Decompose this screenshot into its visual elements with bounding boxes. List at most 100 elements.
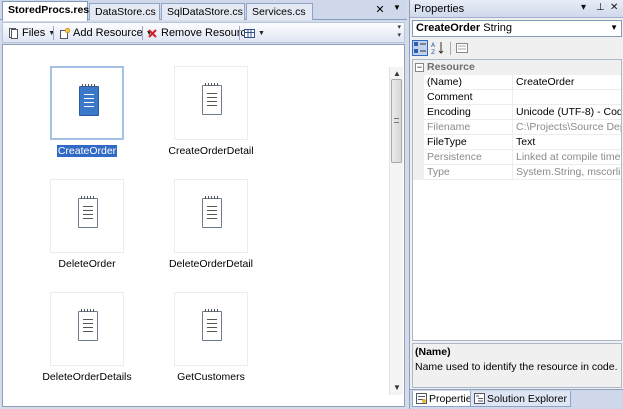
- auto-hide-pin-icon[interactable]: ⊥: [596, 2, 605, 13]
- property-row-comment[interactable]: Comment: [413, 90, 621, 105]
- resource-thumbnail-pane[interactable]: CreateOrder CreateOrderDetail DeleteOrde…: [2, 44, 405, 407]
- property-value[interactable]: Unicode (UTF-8) - Codepa: [513, 105, 621, 120]
- text-file-icon: [79, 84, 99, 116]
- resource-name-text: CreateOrder: [55, 144, 119, 158]
- resource-name[interactable]: CreateOrderDetail: [131, 145, 291, 157]
- window-position-dropdown-icon[interactable]: ▾: [581, 2, 586, 13]
- toolbar-separator: [450, 42, 451, 55]
- property-row-name[interactable]: (Name) CreateOrder: [413, 75, 621, 90]
- scroll-down-arrow-icon[interactable]: ▼: [390, 381, 404, 395]
- tab-datastore-cs[interactable]: DataStore.cs: [89, 3, 160, 20]
- remove-x-icon: [148, 28, 157, 38]
- svg-text:Z: Z: [431, 49, 435, 55]
- properties-toolbar: AZ: [412, 39, 622, 57]
- chevron-down-icon[interactable]: ▼: [610, 23, 618, 32]
- tab-services-cs[interactable]: Services.cs: [246, 3, 313, 20]
- property-name[interactable]: Encoding: [424, 105, 513, 120]
- property-description-pane: (Name) Name used to identify the resourc…: [412, 343, 622, 388]
- scrollbar-thumb[interactable]: [391, 79, 402, 163]
- toolbar-overflow-icon[interactable]: ▾ ▾: [397, 24, 401, 40]
- property-value[interactable]: [513, 90, 621, 105]
- description-title: (Name): [415, 346, 451, 358]
- files-label: Files: [22, 27, 46, 39]
- files-dropdown-arrow-icon[interactable]: ▼: [48, 30, 55, 37]
- object-selector-dropdown[interactable]: CreateOrder String ▼: [412, 20, 622, 37]
- tab-sqldatastore-cs[interactable]: SqlDataStore.cs: [161, 3, 245, 20]
- toolbar-separator: [53, 26, 54, 40]
- thumbnail-view-icon: [244, 28, 255, 38]
- resource-thumbnail[interactable]: [50, 66, 124, 140]
- description-text: Name used to identify the resource in co…: [415, 361, 618, 373]
- remove-resource-button[interactable]: Remove Resource: [147, 25, 252, 41]
- property-name[interactable]: Type: [424, 165, 513, 180]
- resource-item[interactable]: CreateOrderDetail: [151, 66, 271, 166]
- toolbar-separator: [142, 26, 143, 40]
- document-area: StoredProcs.resx DataStore.cs SqlDataSto…: [0, 0, 407, 409]
- files-button[interactable]: Files ▼: [8, 25, 55, 41]
- property-name[interactable]: FileType: [424, 135, 513, 150]
- resource-name[interactable]: GetCustomers: [131, 371, 291, 383]
- tab-storedprocs-resx[interactable]: StoredProcs.resx: [2, 1, 95, 21]
- add-resource-label: Add Resource: [73, 27, 143, 39]
- property-value[interactable]: System.String, mscorlib, V: [513, 165, 621, 180]
- alphabetical-sort-icon[interactable]: AZ: [430, 40, 446, 56]
- property-name[interactable]: Comment: [424, 90, 513, 105]
- resource-item[interactable]: GetCustomers: [151, 292, 271, 392]
- property-row-encoding[interactable]: Encoding Unicode (UTF-8) - Codepa: [413, 105, 621, 120]
- category-header[interactable]: − Resource: [413, 60, 621, 75]
- views-button[interactable]: ▼: [244, 25, 265, 41]
- toolbar-separator: [239, 26, 240, 40]
- resource-item[interactable]: CreateOrder: [27, 66, 147, 166]
- resource-thumbnail[interactable]: [174, 66, 248, 140]
- text-file-icon: [202, 309, 222, 341]
- files-icon: [9, 27, 18, 39]
- text-file-icon: [78, 196, 98, 228]
- resource-item[interactable]: DeleteOrderDetail: [151, 179, 271, 279]
- resource-thumbnail[interactable]: [174, 179, 248, 253]
- categorized-view-icon[interactable]: [412, 40, 428, 56]
- resource-thumbnail[interactable]: [50, 179, 124, 253]
- property-name[interactable]: (Name): [424, 75, 513, 90]
- resource-item[interactable]: DeleteOrderDetails: [27, 292, 147, 392]
- text-file-icon: [202, 83, 222, 115]
- property-name[interactable]: Persistence: [424, 150, 513, 165]
- solution-explorer-icon: [474, 393, 485, 404]
- properties-icon: [416, 393, 427, 404]
- text-file-icon: [78, 309, 98, 341]
- tab-label: Solution Explorer: [487, 392, 567, 405]
- close-panel-icon[interactable]: ✕: [610, 2, 618, 13]
- property-value[interactable]: Linked at compile time: [513, 150, 621, 165]
- property-value[interactable]: Text: [513, 135, 621, 150]
- resource-editor-toolbar: Files ▼ Add Resource ▼ Remove Resource ▼…: [2, 22, 405, 43]
- svg-text:A: A: [431, 42, 436, 49]
- property-row-type[interactable]: Type System.String, mscorlib, V: [413, 165, 621, 180]
- add-resource-button[interactable]: Add Resource ▼: [59, 25, 153, 41]
- property-value[interactable]: CreateOrder: [513, 75, 621, 90]
- resource-thumbnail[interactable]: [174, 292, 248, 366]
- selected-object-type: String: [483, 22, 513, 34]
- property-row-persistence[interactable]: Persistence Linked at compile time: [413, 150, 621, 165]
- close-document-icon[interactable]: ✕: [374, 3, 386, 16]
- property-pages-icon[interactable]: [454, 40, 470, 56]
- category-label: Resource: [427, 61, 475, 73]
- properties-title: Properties: [414, 3, 465, 15]
- property-row-filename[interactable]: Filename C:\Projects\Source Depot\: [413, 120, 621, 135]
- tab-solution-explorer[interactable]: Solution Explorer: [470, 391, 571, 407]
- property-value[interactable]: C:\Projects\Source Depot\: [513, 120, 621, 135]
- resource-item[interactable]: DeleteOrder: [27, 179, 147, 279]
- text-file-icon: [202, 196, 222, 228]
- property-name[interactable]: Filename: [424, 120, 513, 135]
- tool-window-tabs: Properties Solution Explorer: [410, 389, 623, 409]
- vertical-scrollbar[interactable]: ▲ ▼: [389, 67, 403, 395]
- properties-panel: Properties ▾ ⊥ ✕ CreateOrder String ▼ AZ…: [409, 0, 623, 409]
- collapse-icon[interactable]: −: [415, 63, 424, 72]
- document-tabstrip: StoredProcs.resx DataStore.cs SqlDataSto…: [0, 0, 407, 21]
- property-grid[interactable]: − Resource (Name) CreateOrder Comment En…: [412, 59, 622, 341]
- resource-name[interactable]: DeleteOrderDetail: [131, 258, 291, 270]
- property-row-filetype[interactable]: FileType Text: [413, 135, 621, 150]
- views-dropdown-arrow-icon[interactable]: ▼: [258, 30, 265, 37]
- selected-object-name: CreateOrder: [416, 22, 481, 34]
- active-files-dropdown-icon[interactable]: ▼: [391, 3, 403, 12]
- resource-thumbnail[interactable]: [50, 292, 124, 366]
- add-resource-icon: [60, 27, 70, 39]
